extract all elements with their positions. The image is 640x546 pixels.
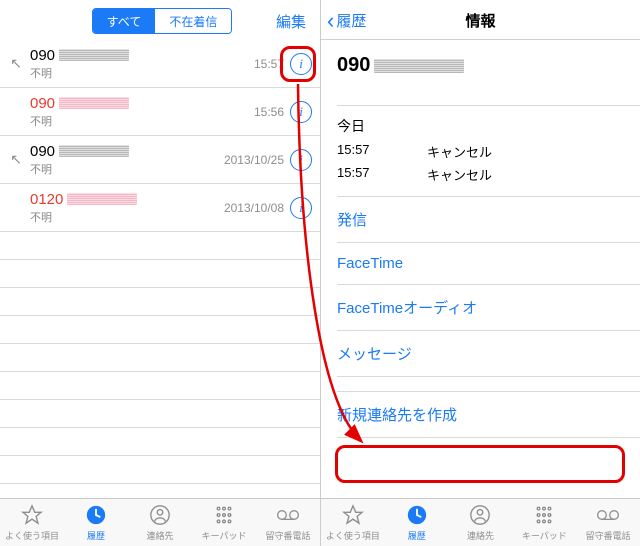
tab-voicemail[interactable]: 留守番電話: [576, 499, 640, 546]
action-call[interactable]: 発信: [337, 196, 640, 242]
filter-segmented: すべて 不在着信: [92, 8, 233, 34]
actions-list: 発信 FaceTime FaceTimeオーディオ メッセージ 新規連絡先を作成: [337, 196, 640, 438]
tab-label: 連絡先: [467, 529, 494, 542]
call-time: 15:57: [254, 57, 284, 71]
call-number: 090: [30, 47, 55, 64]
call-row[interactable]: 090 不明 15:56 i: [0, 88, 320, 136]
call-number: 090: [30, 143, 55, 160]
empty-row: [0, 428, 320, 456]
call-time: 2013/10/25: [224, 153, 284, 167]
tab-favorites[interactable]: よく使う項目: [321, 499, 385, 546]
action-facetime-audio[interactable]: FaceTimeオーディオ: [337, 284, 640, 330]
info-button[interactable]: i: [290, 101, 312, 123]
tab-bar: よく使う項目 履歴 連絡先 キーパッド 留守番電話: [0, 498, 320, 546]
tab-recents[interactable]: 履歴: [64, 499, 128, 546]
call-time: 15:56: [254, 105, 284, 119]
call-row[interactable]: ↖ 090 不明 2013/10/25 i: [0, 136, 320, 184]
tab-label: 留守番電話: [265, 529, 310, 542]
clock-icon: [406, 503, 428, 527]
voicemail-icon: [595, 503, 621, 527]
empty-row: [0, 260, 320, 288]
redaction: [59, 49, 129, 61]
call-log-section: 今日 15:57 キャンセル 15:57 キャンセル: [337, 105, 640, 186]
tab-recents[interactable]: 履歴: [385, 499, 449, 546]
detail-screen: ‹ 履歴 情報 090 今日 15:57 キャンセル 15:57 キャンセル 発…: [320, 0, 640, 546]
call-sub: 不明: [30, 65, 254, 81]
contact-icon: [469, 503, 491, 527]
detail-header: ‹ 履歴 情報: [321, 0, 640, 40]
empty-row: [0, 288, 320, 316]
filter-missed[interactable]: 不在着信: [155, 9, 231, 33]
detail-number-section: 090: [321, 40, 640, 87]
contact-icon: [149, 503, 171, 527]
info-button[interactable]: i: [290, 53, 312, 75]
action-message[interactable]: メッセージ: [337, 330, 640, 377]
log-status: キャンセル: [427, 142, 492, 161]
tab-label: 留守番電話: [586, 529, 631, 542]
edit-button[interactable]: 編集: [276, 11, 312, 32]
empty-row: [0, 344, 320, 372]
redaction: [374, 59, 464, 73]
empty-row: [0, 232, 320, 260]
star-icon: [21, 503, 43, 527]
chevron-left-icon: ‹: [327, 10, 334, 32]
tab-label: よく使う項目: [326, 529, 380, 542]
log-row: 15:57 キャンセル: [337, 140, 640, 163]
clock-icon: [85, 503, 107, 527]
detail-number: 090: [337, 54, 370, 77]
tab-voicemail[interactable]: 留守番電話: [256, 499, 320, 546]
call-number: 090: [30, 95, 55, 112]
tab-label: キーパッド: [522, 529, 567, 542]
tab-contacts[interactable]: 連絡先: [449, 499, 513, 546]
tab-label: 履歴: [87, 529, 105, 542]
redaction: [59, 97, 129, 109]
info-button[interactable]: i: [290, 149, 312, 171]
filter-all[interactable]: すべて: [93, 9, 156, 33]
action-new-contact[interactable]: 新規連絡先を作成: [337, 391, 640, 438]
call-list: ↖ 090 不明 15:57 i 090 不明 15:56 i ↖: [0, 40, 320, 498]
voicemail-icon: [275, 503, 301, 527]
call-row[interactable]: ↖ 090 不明 15:57 i: [0, 40, 320, 88]
keypad-icon: [533, 503, 555, 527]
call-time: 2013/10/08: [224, 201, 284, 215]
tab-contacts[interactable]: 連絡先: [128, 499, 192, 546]
tab-favorites[interactable]: よく使う項目: [0, 499, 64, 546]
empty-row: [0, 400, 320, 428]
call-sub: 不明: [30, 113, 254, 129]
tab-label: 履歴: [408, 529, 426, 542]
call-sub: 不明: [30, 161, 224, 177]
keypad-icon: [213, 503, 235, 527]
info-button[interactable]: i: [290, 197, 312, 219]
call-row[interactable]: 0120 不明 2013/10/08 i: [0, 184, 320, 232]
empty-row: [0, 316, 320, 344]
outgoing-icon: ↖: [10, 55, 22, 72]
action-facetime[interactable]: FaceTime: [337, 242, 640, 284]
log-time: 15:57: [337, 142, 427, 161]
tab-label: よく使う項目: [5, 529, 59, 542]
tab-label: 連絡先: [146, 529, 173, 542]
today-label: 今日: [337, 106, 640, 140]
tab-label: キーパッド: [202, 529, 247, 542]
tab-keypad[interactable]: キーパッド: [512, 499, 576, 546]
log-row: 15:57 キャンセル: [337, 163, 640, 186]
log-time: 15:57: [337, 165, 427, 184]
call-number: 0120: [30, 191, 63, 208]
detail-title: 情報: [321, 10, 640, 31]
tab-keypad[interactable]: キーパッド: [192, 499, 256, 546]
empty-row: [0, 456, 320, 484]
back-label: 履歴: [336, 10, 366, 31]
empty-row: [0, 372, 320, 400]
log-status: キャンセル: [427, 165, 492, 184]
back-button[interactable]: ‹ 履歴: [327, 10, 366, 32]
redaction: [59, 145, 129, 157]
redaction: [67, 193, 137, 205]
recents-screen: すべて 不在着信 編集 ↖ 090 不明 15:57 i 090: [0, 0, 320, 546]
call-sub: 不明: [30, 209, 224, 225]
outgoing-icon: ↖: [10, 151, 22, 168]
recents-header: すべて 不在着信 編集: [0, 0, 320, 40]
tab-bar: よく使う項目 履歴 連絡先 キーパッド 留守番電話: [321, 498, 640, 546]
star-icon: [342, 503, 364, 527]
